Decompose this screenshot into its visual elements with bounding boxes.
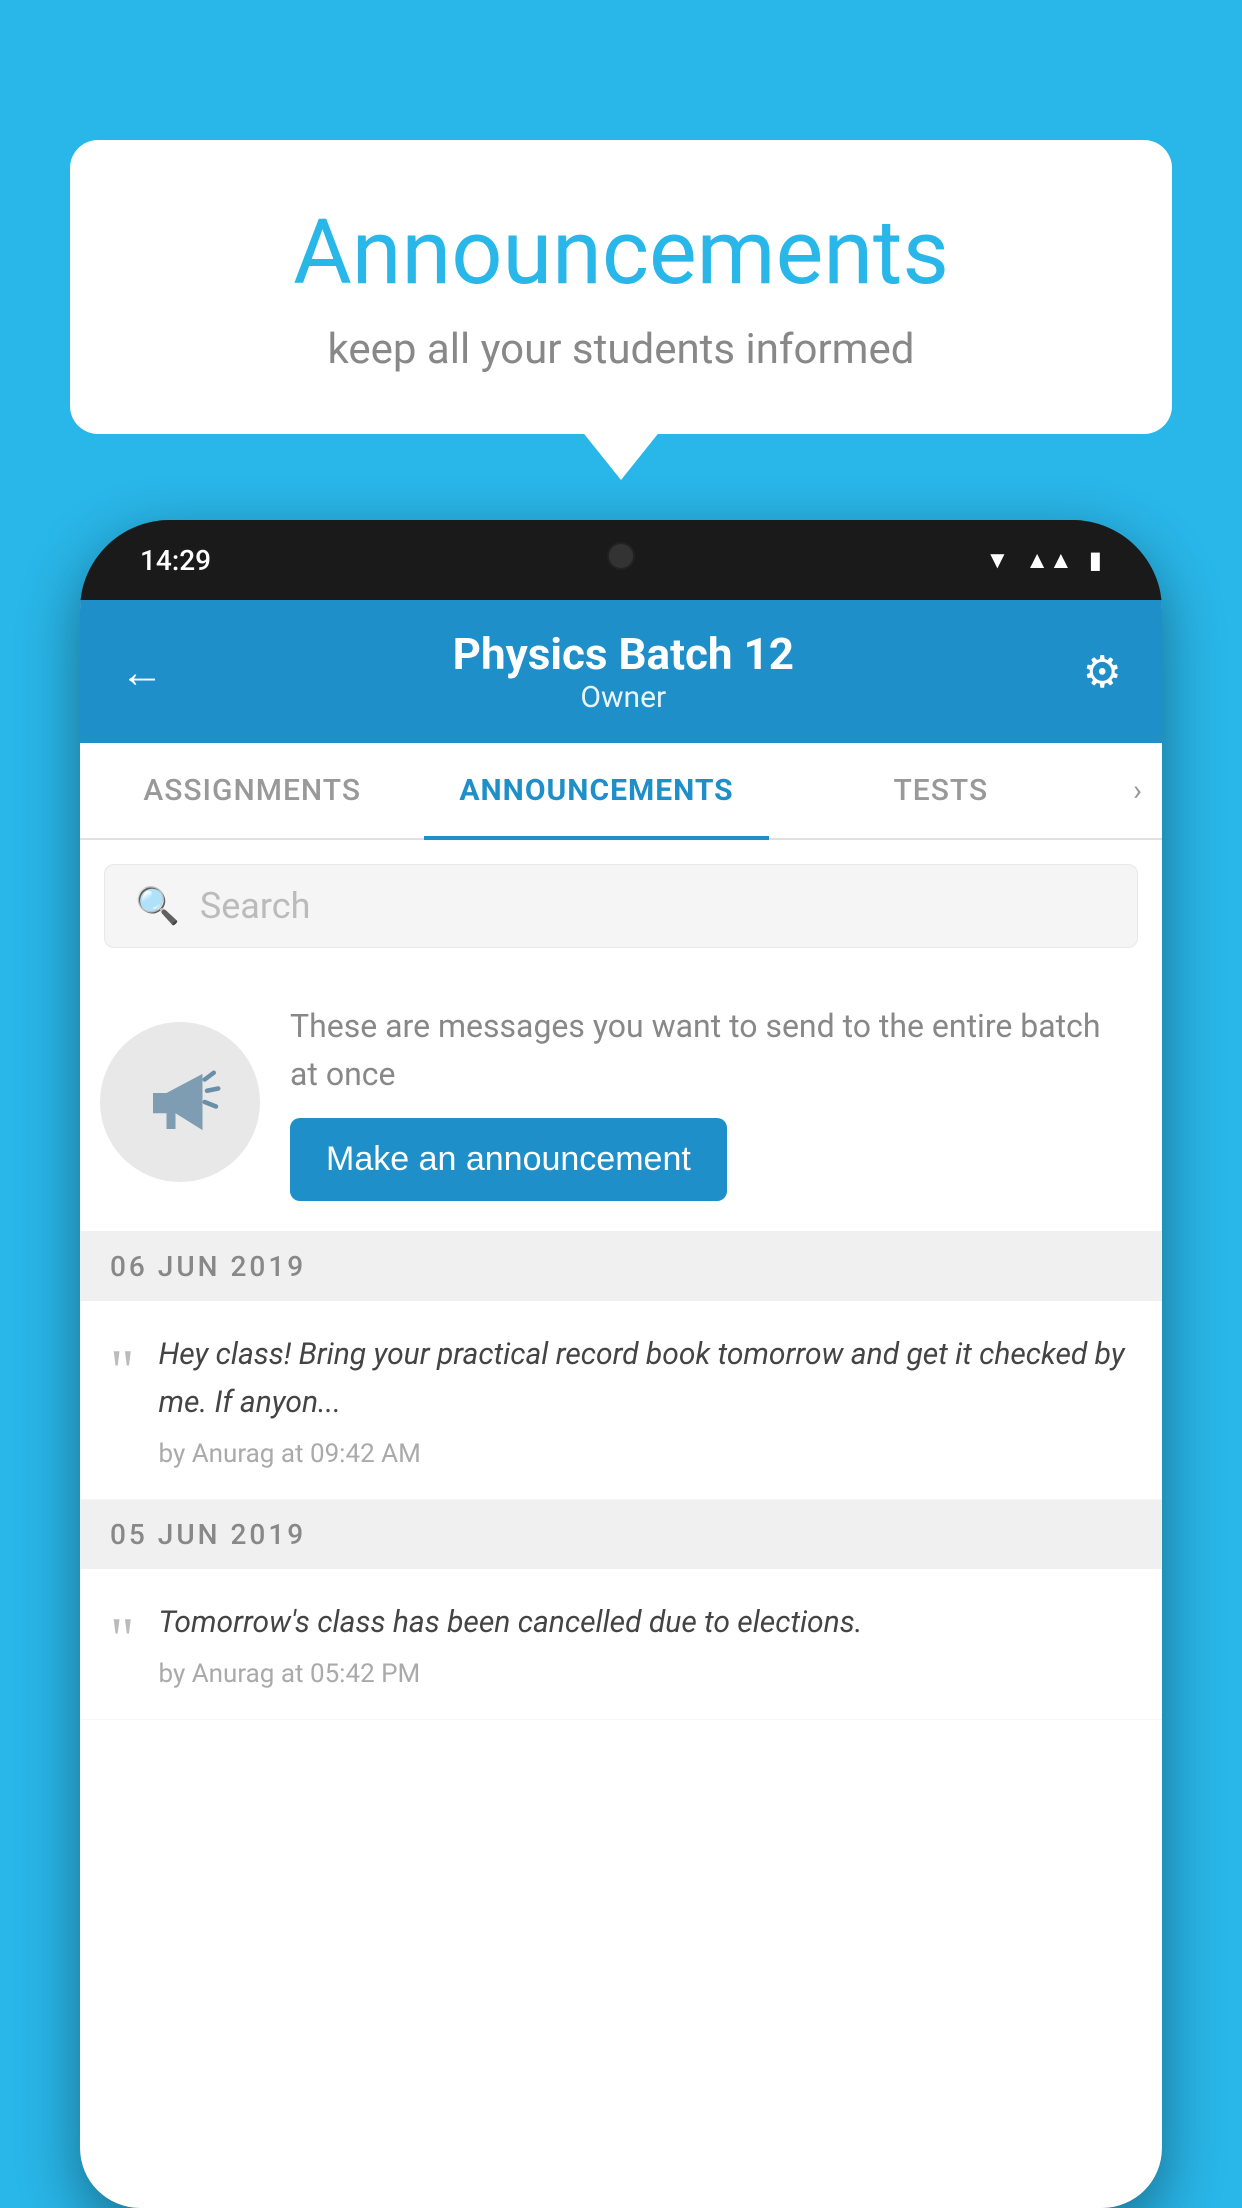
date-separator-1: 06 JUN 2019 [80, 1232, 1162, 1301]
header-title: Physics Batch 12 [453, 628, 794, 680]
speech-bubble-section: Announcements keep all your students inf… [70, 140, 1172, 434]
search-icon: 🔍 [135, 885, 180, 927]
camera-dot [607, 542, 635, 570]
back-button[interactable]: ← [120, 646, 164, 698]
phone-frame: 14:29 ▼ ▲▲ ▮ ← Physics Batch 12 Owner ⚙ … [80, 520, 1162, 2208]
status-icons: ▼ ▲▲ ▮ [986, 546, 1103, 575]
date-separator-2: 05 JUN 2019 [80, 1500, 1162, 1569]
message-content-1: Hey class! Bring your practical record b… [159, 1331, 1133, 1469]
message-text-2: Tomorrow's class has been cancelled due … [159, 1599, 1133, 1647]
promo-description: These are messages you want to send to t… [290, 1002, 1132, 1098]
signal-icon: ▲▲ [1025, 546, 1073, 575]
screen: ← Physics Batch 12 Owner ⚙ ASSIGNMENTS A… [80, 600, 1162, 2208]
announcement-promo-section: These are messages you want to send to t… [80, 972, 1162, 1232]
bubble-subtitle: keep all your students informed [150, 325, 1092, 374]
tab-more-icon[interactable]: › [1113, 743, 1162, 838]
search-bar[interactable]: 🔍 Search [104, 864, 1138, 948]
app-header: ← Physics Batch 12 Owner ⚙ [80, 600, 1162, 743]
status-time: 14:29 [140, 544, 211, 577]
quote-icon: " [110, 1341, 135, 1401]
tab-tests[interactable]: TESTS [769, 743, 1113, 838]
tab-announcements[interactable]: ANNOUNCEMENTS [424, 743, 768, 838]
make-announcement-button[interactable]: Make an announcement [290, 1118, 727, 1201]
status-bar: 14:29 ▼ ▲▲ ▮ [80, 520, 1162, 600]
promo-icon-circle [100, 1022, 260, 1182]
message-meta-2: by Anurag at 05:42 PM [159, 1659, 1133, 1689]
speech-bubble-card: Announcements keep all your students inf… [70, 140, 1172, 434]
announcement-item-1[interactable]: " Hey class! Bring your practical record… [80, 1301, 1162, 1500]
message-text-1: Hey class! Bring your practical record b… [159, 1331, 1133, 1427]
bubble-title: Announcements [150, 200, 1092, 305]
message-meta-1: by Anurag at 09:42 AM [159, 1439, 1133, 1469]
message-content-2: Tomorrow's class has been cancelled due … [159, 1599, 1133, 1689]
wifi-icon: ▼ [986, 546, 1010, 575]
tab-assignments[interactable]: ASSIGNMENTS [80, 743, 424, 838]
promo-right: These are messages you want to send to t… [290, 1002, 1132, 1201]
announcement-item-2[interactable]: " Tomorrow's class has been cancelled du… [80, 1569, 1162, 1720]
header-center: Physics Batch 12 Owner [453, 628, 794, 715]
tab-bar: ASSIGNMENTS ANNOUNCEMENTS TESTS › [80, 743, 1162, 840]
search-placeholder: Search [200, 885, 311, 927]
quote-icon-2: " [110, 1609, 135, 1669]
settings-icon[interactable]: ⚙ [1083, 646, 1122, 698]
battery-icon: ▮ [1089, 546, 1102, 574]
megaphone-icon [135, 1057, 225, 1147]
header-subtitle: Owner [453, 680, 794, 715]
